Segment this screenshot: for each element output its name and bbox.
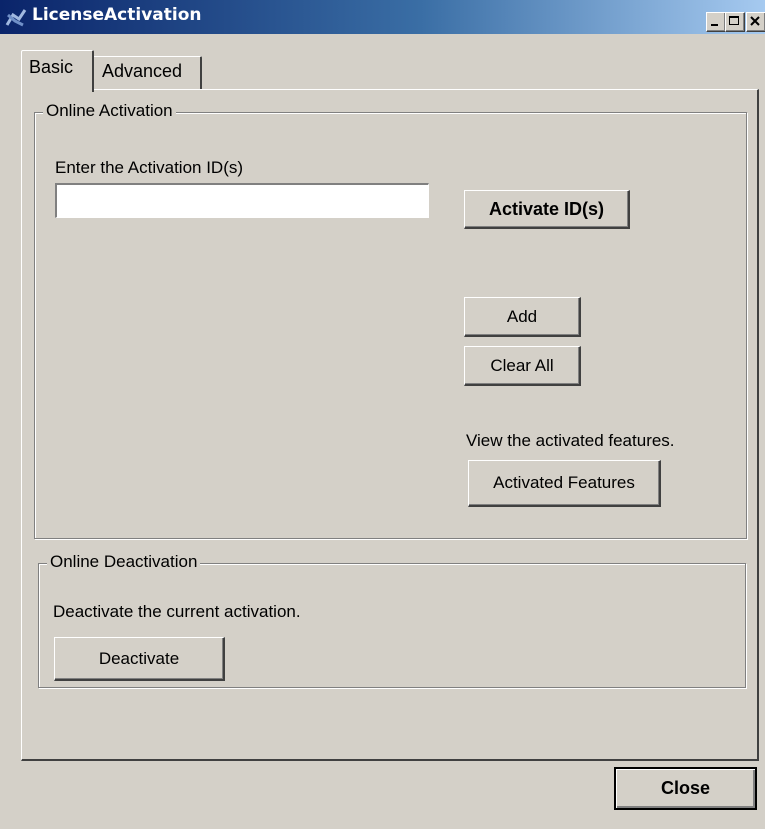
activate-ids-button[interactable]: Activate ID(s) bbox=[464, 190, 630, 229]
app-icon bbox=[5, 9, 27, 27]
deactivate-button[interactable]: Deactivate bbox=[54, 637, 225, 681]
maximize-button[interactable] bbox=[725, 12, 745, 32]
activated-features-button[interactable]: Activated Features bbox=[468, 460, 661, 507]
close-button[interactable]: Close bbox=[614, 767, 757, 810]
activation-id-input[interactable] bbox=[55, 183, 429, 218]
title-bar[interactable]: LicenseActivation bbox=[0, 0, 765, 34]
close-window-button[interactable] bbox=[746, 12, 765, 32]
minimize-button[interactable] bbox=[706, 12, 726, 32]
close-icon bbox=[750, 16, 760, 26]
tab-advanced-label: Advanced bbox=[102, 61, 183, 81]
clear-all-button[interactable]: Clear All bbox=[464, 346, 581, 386]
online-activation-label: Online Activation bbox=[43, 101, 176, 121]
deactivate-description: Deactivate the current activation. bbox=[53, 602, 301, 621]
tab-basic-label: Basic bbox=[29, 57, 74, 77]
view-features-text: View the activated features. bbox=[466, 431, 675, 450]
add-button[interactable]: Add bbox=[464, 297, 581, 337]
online-deactivation-label: Online Deactivation bbox=[47, 552, 201, 572]
tab-advanced[interactable]: Advanced bbox=[94, 56, 202, 89]
tab-basic[interactable]: Basic bbox=[21, 50, 94, 92]
activation-id-prompt: Enter the Activation ID(s) bbox=[55, 158, 244, 177]
maximize-icon bbox=[729, 16, 739, 25]
window-title: LicenseActivation bbox=[32, 5, 202, 25]
minimize-icon bbox=[711, 24, 718, 26]
